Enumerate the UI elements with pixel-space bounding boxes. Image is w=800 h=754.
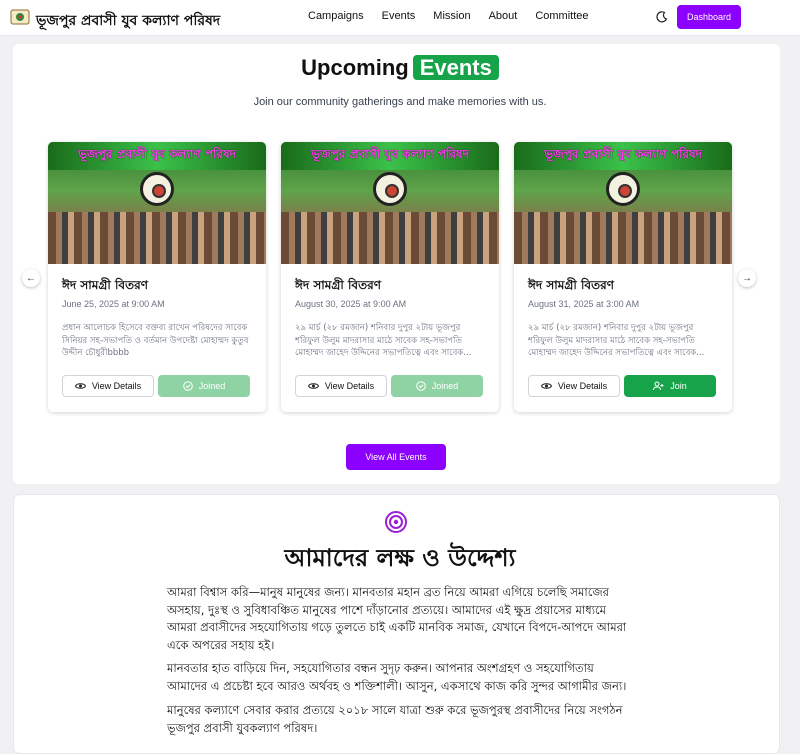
- carousel-prev-button[interactable]: ←: [22, 269, 40, 287]
- mission-paragraph: মানুষের কল্যাণে সেবার করার প্রত্যয়ে ২০১…: [167, 703, 623, 735]
- events-heading-highlight: Events: [412, 55, 499, 80]
- user-plus-icon: [653, 381, 664, 391]
- event-image[interactable]: ভূজপুর প্রবাসী যুব কল্যাণ পরিষদ: [281, 142, 499, 264]
- nav-link-committee[interactable]: Committee: [535, 10, 588, 22]
- view-details-label: View Details: [324, 381, 375, 391]
- view-details-button[interactable]: View Details: [528, 375, 620, 397]
- event-title[interactable]: ঈদ সামগ্রী বিতরণ: [295, 277, 381, 297]
- events-heading-text: Upcoming: [301, 55, 409, 80]
- event-description: ২৯ মার্চ (২৮ রমজান) শনিবার দুপুর ২টায় ভ…: [528, 323, 705, 358]
- top-navbar: ভূজপুর প্রবাসী যুব কল্যাণ পরিষদ Campaign…: [0, 0, 800, 36]
- event-card: ভূজপুর প্রবাসী যুব কল্যাণ পরিষদ ঈদ সামগ্…: [281, 142, 499, 412]
- check-circle-icon: [182, 381, 193, 391]
- event-image-banner-text: ভূজপুর প্রবাসী যুব কল্যাণ পরিষদ: [311, 147, 469, 161]
- event-title[interactable]: ঈদ সামগ্রী বিতরণ: [62, 277, 148, 297]
- nav-link-campaigns[interactable]: Campaigns: [308, 10, 364, 22]
- event-description: প্রধান আলোচক হিসেবে বক্তব্য রাখেন পরিষদে…: [62, 323, 249, 358]
- join-button[interactable]: Join: [624, 375, 716, 397]
- mission-paragraph: মানবতার হাত বাড়িয়ে দিন, সহযোগিতার বন্ধ…: [167, 661, 627, 693]
- nav-link-about[interactable]: About: [489, 10, 518, 22]
- logo-icon[interactable]: [10, 8, 30, 26]
- joined-button[interactable]: Joined: [158, 375, 250, 397]
- organization-seal-icon: [140, 172, 174, 206]
- dashboard-button[interactable]: Dashboard: [677, 5, 741, 29]
- event-card: ভূজপুর প্রবাসী যুব কল্যাণ পরিষদ ঈদ সামগ্…: [48, 142, 266, 412]
- events-subtitle: Join our community gatherings and make m…: [253, 96, 547, 108]
- event-description: ২৯ মার্চ (২৮ রমজান) শনিবার দুপুর ২টায় ভ…: [295, 323, 472, 358]
- event-image-banner-text: ভূজপুর প্রবাসী যুব কল্যাণ পরিষদ: [544, 147, 702, 161]
- events-heading: Upcoming Events: [0, 55, 800, 81]
- organization-seal-icon: [606, 172, 640, 206]
- view-details-button[interactable]: View Details: [295, 375, 387, 397]
- event-image-banner-text: ভূজপুর প্রবাসী যুব কল্যাণ পরিষদ: [78, 147, 236, 161]
- view-all-events-button[interactable]: View All Events: [346, 444, 446, 470]
- event-image[interactable]: ভূজপুর প্রবাসী যুব কল্যাণ পরিষদ: [48, 142, 266, 264]
- carousel-next-button[interactable]: →: [738, 269, 756, 287]
- eye-icon: [74, 383, 86, 389]
- mission-paragraph: আমরা বিশ্বাস করি—মানুষ মানুষের জন্য। মান…: [167, 585, 627, 652]
- view-details-label: View Details: [557, 381, 608, 391]
- moon-icon[interactable]: [655, 10, 669, 24]
- event-date: August 30, 2025 at 9:00 AM: [295, 299, 407, 309]
- check-circle-icon: [415, 381, 426, 391]
- eye-icon: [307, 383, 319, 389]
- target-icon: [385, 511, 407, 533]
- joined-button[interactable]: Joined: [391, 375, 483, 397]
- joined-label: Joined: [198, 381, 226, 391]
- event-date: August 31, 2025 at 3:00 AM: [528, 299, 640, 309]
- nav-link-mission[interactable]: Mission: [433, 10, 470, 22]
- nav-link-events[interactable]: Events: [382, 10, 416, 22]
- arrow-left-icon: ←: [26, 272, 36, 284]
- main-menu: Campaigns Events Mission About Committee: [308, 10, 589, 22]
- arrow-right-icon: →: [742, 272, 752, 284]
- join-label: Join: [670, 381, 687, 391]
- mission-title: আমাদের লক্ষ ও উদ্দেশ্য: [284, 544, 516, 572]
- event-title[interactable]: ঈদ সামগ্রী বিতরণ: [528, 277, 614, 297]
- view-details-button[interactable]: View Details: [62, 375, 154, 397]
- event-card: ভূজপুর প্রবাসী যুব কল্যাণ পরিষদ ঈদ সামগ্…: [514, 142, 732, 412]
- eye-icon: [540, 383, 552, 389]
- brand-name[interactable]: ভূজপুর প্রবাসী যুব কল্যাণ পরিষদ: [36, 9, 220, 33]
- organization-seal-icon: [373, 172, 407, 206]
- view-details-label: View Details: [91, 381, 142, 391]
- event-date: June 25, 2025 at 9:00 AM: [62, 299, 165, 309]
- joined-label: Joined: [431, 381, 459, 391]
- event-image[interactable]: ভূজপুর প্রবাসী যুব কল্যাণ পরিষদ: [514, 142, 732, 264]
